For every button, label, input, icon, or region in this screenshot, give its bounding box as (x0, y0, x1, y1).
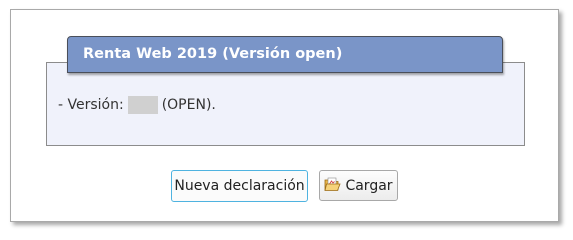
version-suffix: (OPEN). (161, 97, 216, 113)
load-label: Cargar (345, 177, 393, 194)
version-info: - Versión: (OPEN). (58, 96, 216, 114)
version-number-redacted (127, 96, 158, 114)
folder-open-icon (324, 177, 342, 192)
dialog: Renta Web 2019 (Versión open) - Versión:… (10, 9, 559, 222)
version-prefix: - Versión: (58, 97, 124, 113)
panel-header: Renta Web 2019 (Versión open) (67, 36, 503, 73)
load-button[interactable]: Cargar (319, 170, 398, 201)
panel-title: Renta Web 2019 (Versión open) (83, 46, 343, 62)
new-declaration-button[interactable]: Nueva declaración (171, 170, 308, 202)
new-declaration-label: Nueva declaración (174, 178, 305, 194)
